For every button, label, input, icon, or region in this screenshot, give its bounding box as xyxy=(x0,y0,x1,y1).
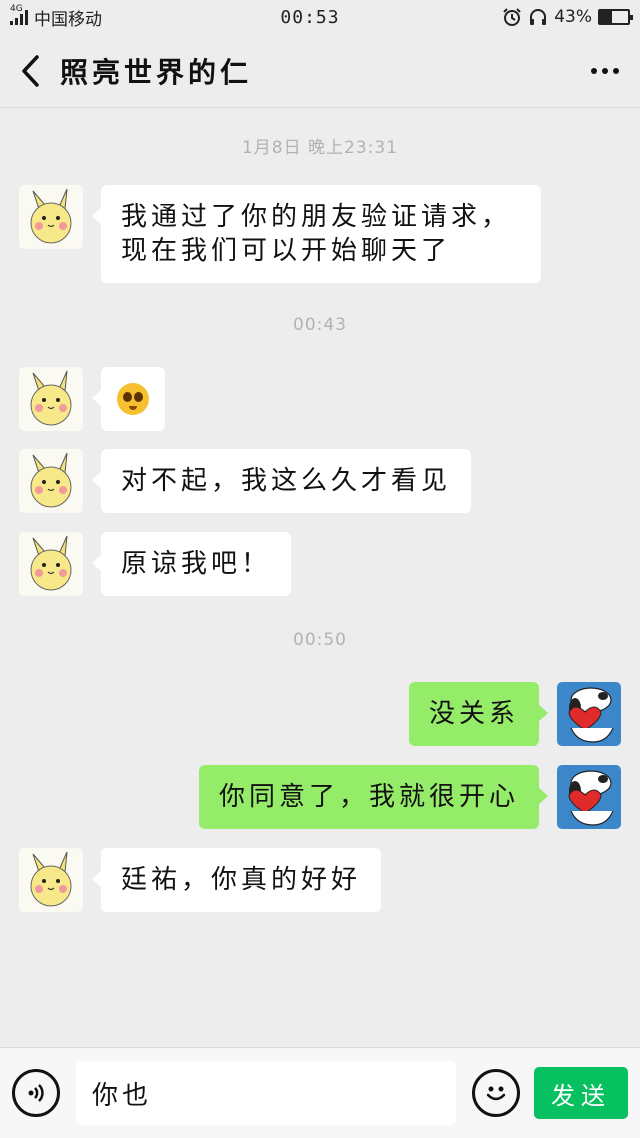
chevron-left-icon xyxy=(22,54,39,87)
timestamp: 00:50 xyxy=(293,630,347,650)
message-incoming: 对不起，我这么久才看见 xyxy=(19,449,472,513)
contact-avatar[interactable] xyxy=(19,185,83,249)
voice-input-button[interactable] xyxy=(12,1069,60,1117)
my-avatar[interactable] xyxy=(557,682,621,746)
message-bubble[interactable]: 原谅我吧！ xyxy=(91,532,292,596)
message-bubble[interactable]: 你同意了，我就很开心 xyxy=(198,765,549,829)
network-type: 4G xyxy=(10,4,23,14)
input-bar: 你也 发送 xyxy=(0,1047,640,1138)
chat-area[interactable]: 1月8日 晚上23:31 我通过了你的朋友验证请求，现在我们可以开始聊天了 00… xyxy=(0,109,640,1047)
message-incoming xyxy=(19,367,165,431)
cute-face-emoji-icon xyxy=(117,383,149,415)
more-dot-icon xyxy=(602,67,608,74)
message-bubble[interactable]: 对不起，我这么久才看见 xyxy=(91,449,472,513)
pikachu-avatar-icon xyxy=(19,367,83,431)
message-incoming: 我通过了你的朋友验证请求，现在我们可以开始聊天了 xyxy=(19,185,541,283)
voice-icon xyxy=(28,1084,44,1102)
snoopy-heart-avatar-icon xyxy=(557,765,621,829)
back-button[interactable] xyxy=(0,34,60,108)
timestamp: 00:43 xyxy=(293,315,347,335)
chat-title: 照亮世界的仁 xyxy=(60,55,253,89)
message-incoming: 原谅我吧！ xyxy=(19,532,292,596)
emoji-button[interactable] xyxy=(472,1069,520,1117)
contact-avatar[interactable] xyxy=(19,532,83,596)
alarm-icon xyxy=(503,8,521,26)
message-input[interactable]: 你也 xyxy=(76,1061,456,1125)
status-time: 00:53 xyxy=(280,6,340,28)
battery-percent: 43% xyxy=(554,7,592,27)
message-outgoing: 没关系 xyxy=(408,682,621,746)
message-bubble[interactable]: 没关系 xyxy=(408,682,549,746)
contact-avatar[interactable] xyxy=(19,367,83,431)
status-right: 43% xyxy=(430,7,633,27)
battery-icon xyxy=(598,9,633,25)
pikachu-avatar-icon xyxy=(19,848,83,912)
carrier-name: 中国移动 xyxy=(34,9,102,30)
snoopy-heart-avatar-icon xyxy=(557,682,621,746)
smiley-icon xyxy=(486,1086,506,1101)
pikachu-avatar-icon xyxy=(19,185,83,249)
contact-avatar[interactable] xyxy=(19,848,83,912)
more-dot-icon xyxy=(613,67,619,74)
message-incoming: 廷祐，你真的好好 xyxy=(19,848,382,912)
status-left: 4G 中国移动 xyxy=(10,4,230,30)
more-dot-icon xyxy=(591,67,597,74)
message-bubble[interactable]: 我通过了你的朋友验证请求，现在我们可以开始聊天了 xyxy=(92,185,541,283)
pikachu-avatar-icon xyxy=(19,449,83,513)
headphones-icon xyxy=(530,9,547,25)
more-options-button[interactable] xyxy=(570,34,640,108)
signal-icon: 4G xyxy=(10,4,28,25)
pikachu-avatar-icon xyxy=(19,532,83,596)
message-outgoing: 你同意了，我就很开心 xyxy=(198,765,621,829)
message-bubble[interactable]: 廷祐，你真的好好 xyxy=(91,848,382,912)
timestamp: 1月8日 晚上23:31 xyxy=(241,138,399,158)
send-button[interactable]: 发送 xyxy=(534,1067,628,1119)
battery-fill xyxy=(600,11,613,23)
my-avatar[interactable] xyxy=(557,765,621,829)
message-bubble[interactable] xyxy=(92,367,165,431)
chat-header: 照亮世界的仁 xyxy=(0,34,640,108)
status-bar: 4G 中国移动 00:53 43% xyxy=(0,0,640,34)
contact-avatar[interactable] xyxy=(19,449,83,513)
